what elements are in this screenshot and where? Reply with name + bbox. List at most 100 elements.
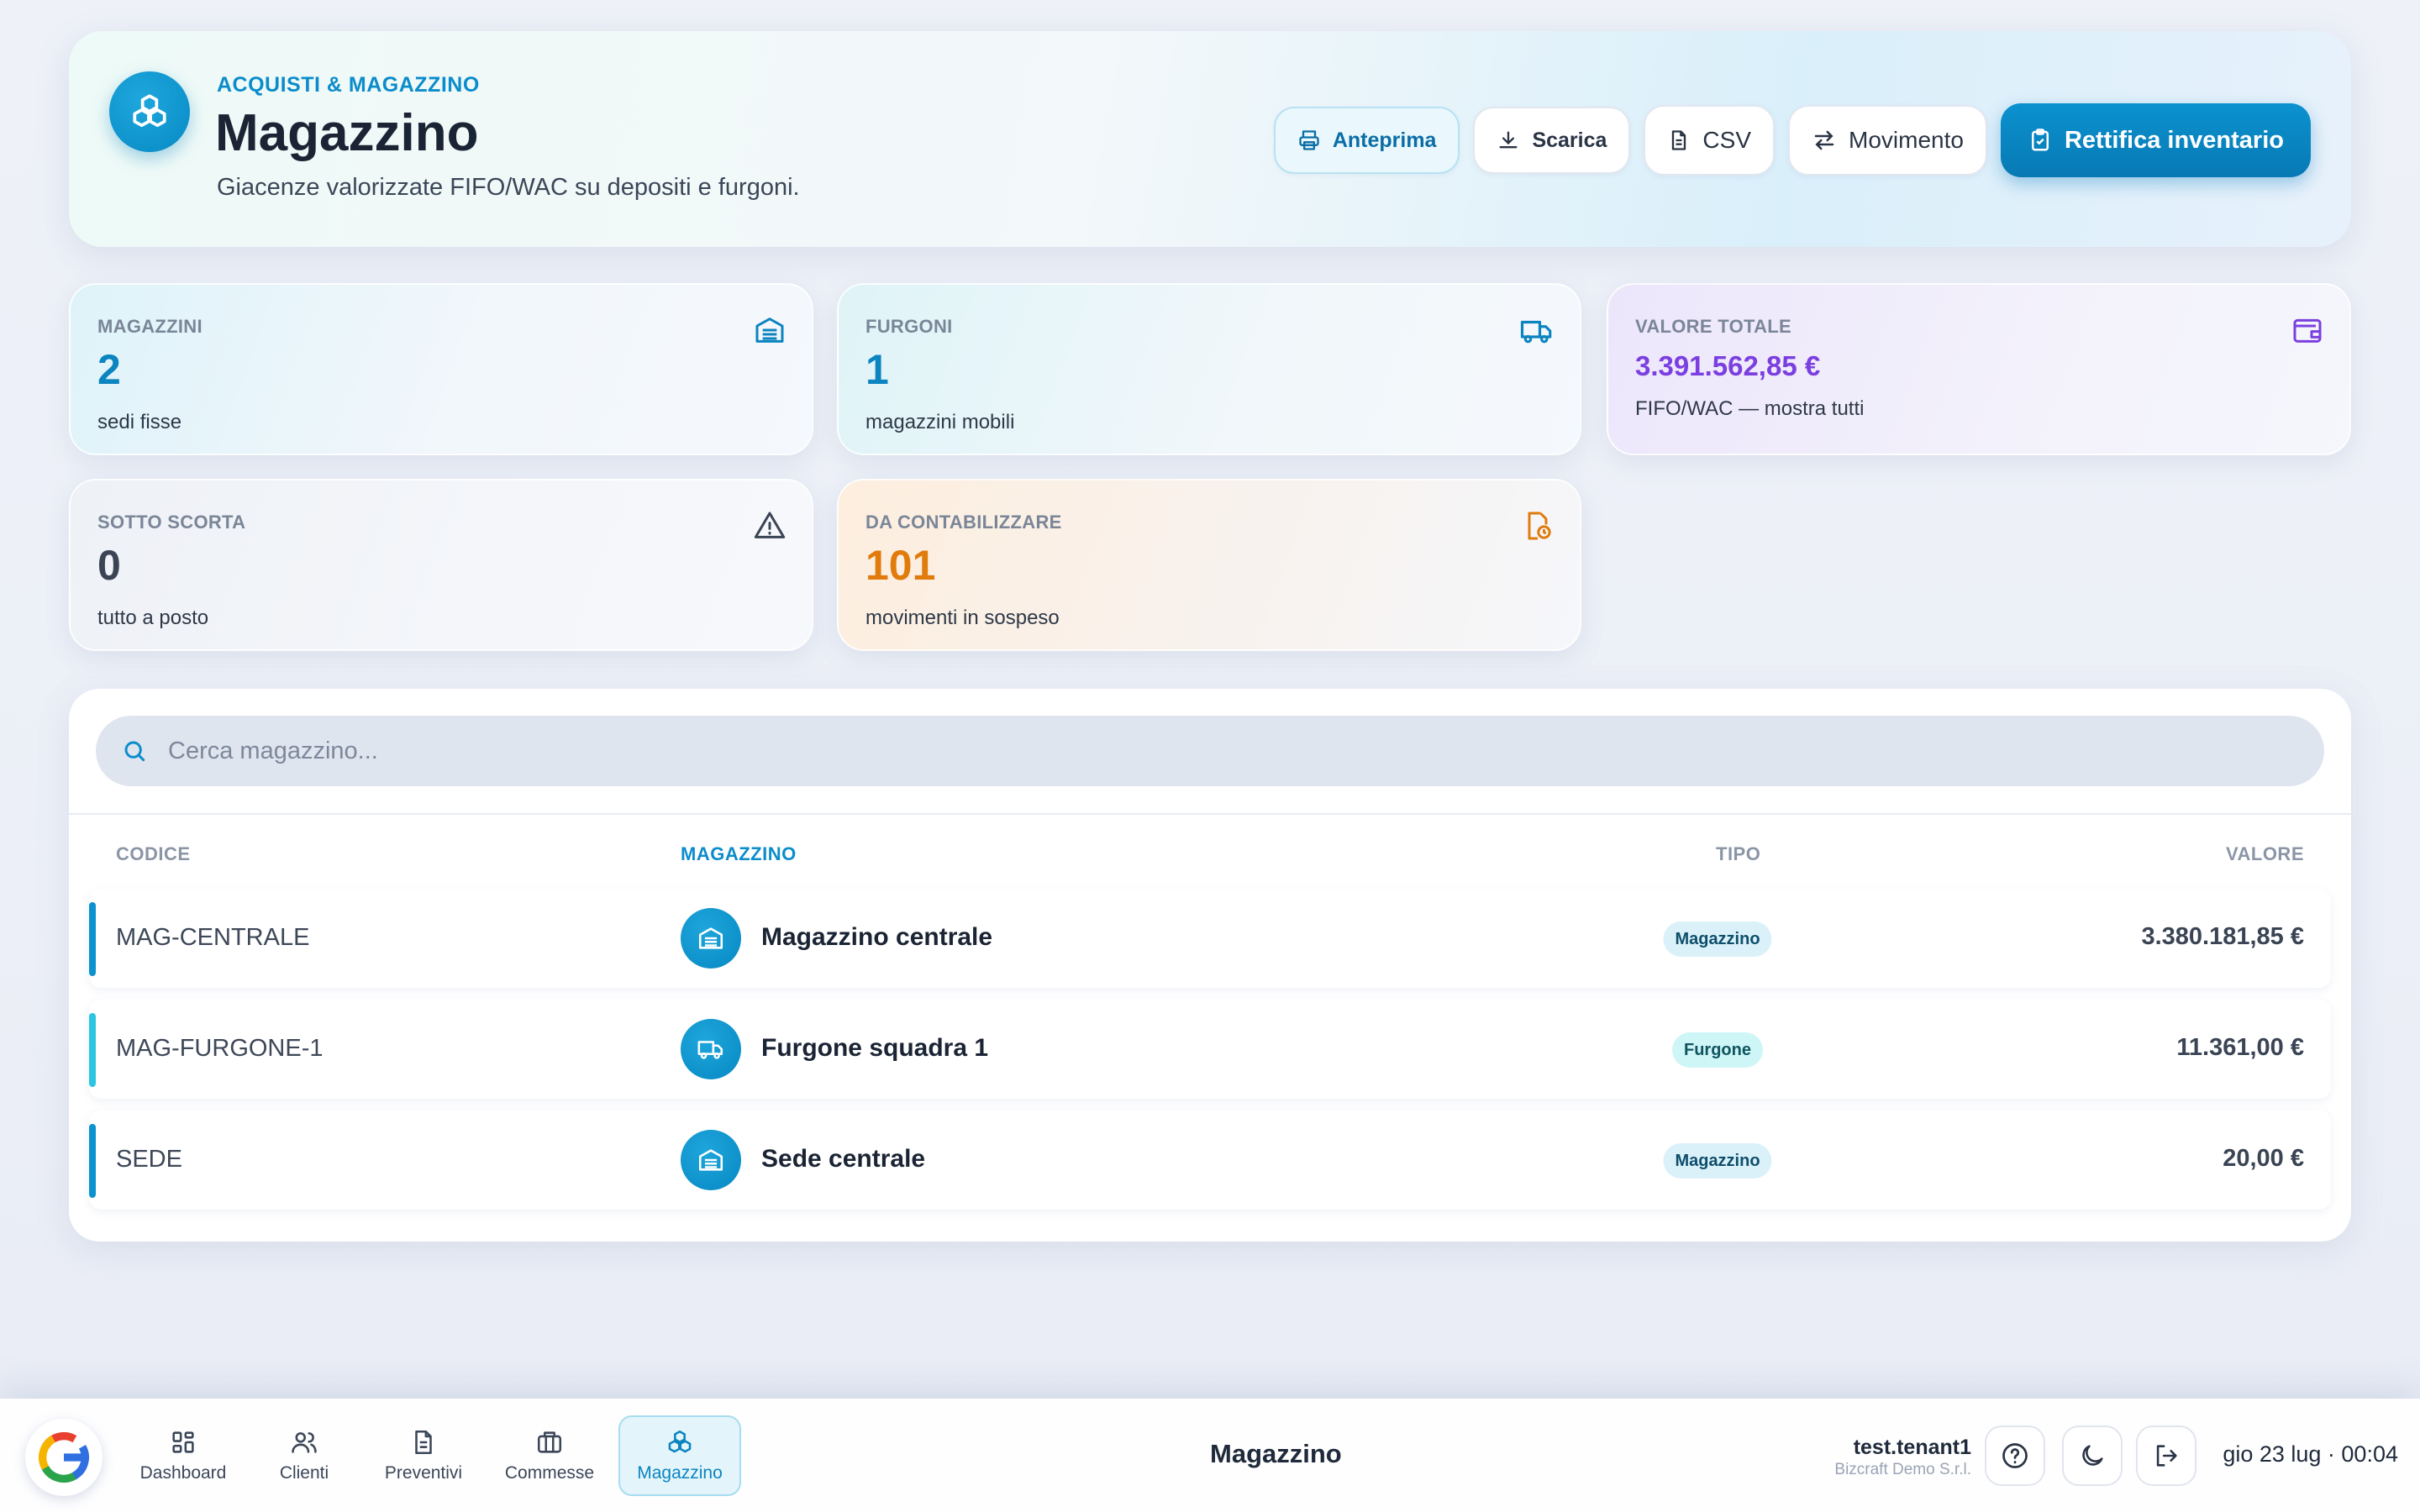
truck-icon [681,1019,741,1079]
current-page-title: Magazzino [1210,1439,1342,1468]
adjust-inventory-button[interactable]: Rettifica inventario [2000,103,2311,177]
app-logo-icon[interactable] [25,1419,103,1496]
table-row[interactable]: SEDE Sede centrale Magazzino 20,00 € [89,1110,2331,1210]
theme-toggle-button[interactable] [2062,1425,2123,1486]
csv-label: CSV [1702,127,1751,153]
kpi-value: 0 [97,542,121,589]
csv-button[interactable]: CSV [1644,105,1775,176]
type-badge: Magazzino [1663,921,1772,957]
search-input[interactable]: Cerca magazzino... [168,738,378,765]
clipboard-check-icon [2031,129,2049,151]
kpi-value: 2 [97,346,121,393]
help-circle-icon [2002,1443,2028,1468]
logout-icon [2156,1445,2177,1467]
kpi-label: MAGAZZINI [97,316,203,337]
nav-warehouse[interactable]: Magazzino [618,1415,741,1496]
download-button[interactable]: Scarica [1473,107,1631,174]
search-bar[interactable]: Cerca magazzino... [96,716,2324,786]
table-row[interactable]: MAG-FURGONE-1 Furgone squadra 1 Furgone … [89,1000,2331,1099]
row-code: MAG-FURGONE-1 [116,1035,324,1062]
table-row[interactable]: MAG-CENTRALE Magazzino centrale Magazzin… [89,889,2331,988]
row-name: Magazzino centrale [761,923,993,951]
kpi-sub: magazzini mobili [865,411,1015,433]
nav-jobs[interactable]: Commesse [491,1415,608,1496]
download-icon [1499,131,1518,149]
preview-button[interactable]: Anteprima [1273,107,1460,174]
user-name[interactable]: test.tenant1 [1854,1436,1971,1460]
page-eyebrow: ACQUISTI & MAGAZZINO [217,73,480,97]
column-value[interactable]: VALORE [2226,843,2304,865]
kpi-sub: FIFO/WAC — mostra tutti [1635,397,1865,420]
file-text-icon [1672,130,1686,150]
type-badge: Furgone [1672,1032,1763,1068]
datetime: gio 23 lug · 00:04 [2223,1441,2398,1467]
nav-quotes[interactable]: Preventivi [365,1415,482,1496]
bottom-dock: Dashboard Clienti Preventivi Commesse Ma… [0,1399,2420,1512]
file-clock-icon [1528,512,1551,540]
kpi-value: 101 [865,542,936,589]
kpi-sub: tutto a posto [97,606,209,629]
dashboard-icon [172,1431,194,1453]
nav-label: Preventivi [384,1463,463,1483]
type-badge: Magazzino [1663,1143,1772,1179]
file-text-icon [415,1430,432,1455]
briefcase-icon [537,1431,562,1453]
column-code[interactable]: CODICE [116,843,191,865]
row-value: 3.380.181,85 € [2141,923,2304,950]
warehouse-table-card: Cerca magazzino... CODICE MAGAZZINO TIPO… [69,689,2351,1242]
row-accent [89,1013,96,1087]
row-accent [89,902,96,976]
printer-icon [1299,130,1319,150]
nav-dashboard[interactable]: Dashboard [124,1415,242,1496]
kpi-value: 1 [865,346,889,393]
nav-clients[interactable]: Clienti [245,1415,363,1496]
row-value: 11.361,00 € [2176,1034,2304,1061]
kpi-to-account[interactable]: DA CONTABILIZZARE 101 movimenti in sospe… [837,479,1581,651]
row-code: SEDE [116,1146,182,1173]
table-header: CODICE MAGAZZINO TIPO VALORE [89,823,2331,882]
kpi-label: VALORE TOTALE [1635,316,1792,337]
kpi-label: FURGONI [865,316,953,337]
header-actions: Anteprima Scarica CSV Movimento Rettific… [1273,103,2311,177]
download-label: Scarica [1532,128,1607,152]
kpi-value: 3.391.562,85 € [1635,350,1821,381]
help-button[interactable] [1985,1425,2045,1486]
nav-label: Dashboard [139,1463,227,1483]
nav-label: Magazzino [637,1463,723,1483]
users-icon [292,1432,317,1453]
kpi-under-stock[interactable]: SOTTO SCORTA 0 tutto a posto [69,479,813,651]
truck-icon [1520,320,1552,344]
kpi-warehouses[interactable]: MAGAZZINI 2 sedi fisse [69,283,813,455]
divider [69,813,2351,815]
kpi-label: SOTTO SCORTA [97,512,246,533]
logout-button[interactable] [2136,1425,2196,1486]
page-title: Magazzino [215,104,479,162]
user-organization: Bizcraft Demo S.r.l. [1834,1461,1971,1478]
kpi-total-value[interactable]: VALORE TOTALE 3.391.562,85 € FIFO/WAC — … [1607,283,2351,455]
nav-label: Commesse [504,1463,595,1483]
column-warehouse[interactable]: MAGAZZINO [681,843,797,865]
movement-button[interactable]: Movimento [1788,105,1987,176]
kpi-vans[interactable]: FURGONI 1 magazzini mobili [837,283,1581,455]
row-name: Sede centrale [761,1145,926,1173]
boxes-icon [668,1430,692,1453]
kpi-label: DA CONTABILIZZARE [865,512,1062,533]
search-icon [124,741,145,762]
row-accent [89,1124,96,1198]
row-value: 20,00 € [2223,1145,2304,1172]
wallet-icon [2293,318,2322,343]
nav-label: Clienti [279,1463,329,1483]
boxes-icon [109,71,190,152]
warning-icon [754,512,786,538]
arrows-swap-icon [1814,130,1834,150]
warehouse-icon [681,908,741,969]
page-subtitle: Giacenze valorizzate FIFO/WAC su deposit… [217,174,800,201]
movement-label: Movimento [1849,127,1964,153]
kpi-sub: sedi fisse [97,411,182,433]
moon-icon [2082,1445,2103,1466]
column-type[interactable]: TIPO [1716,843,1760,865]
warehouse-icon [681,1130,741,1190]
row-code: MAG-CENTRALE [116,924,310,951]
kpi-sub: movimenti in sospeso [865,606,1060,629]
preview-label: Anteprima [1332,128,1437,152]
